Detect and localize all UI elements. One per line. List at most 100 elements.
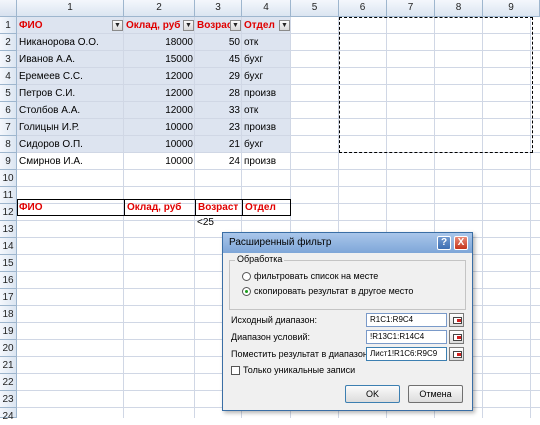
header-dept[interactable]: Отдел	[242, 17, 280, 34]
cell-dept[interactable]: произв	[242, 85, 291, 102]
cell-salary[interactable]: 12000	[124, 85, 195, 102]
row-header-11[interactable]: 11	[0, 187, 17, 204]
row-header-3[interactable]: 3	[0, 51, 17, 68]
radio-off-icon[interactable]	[242, 272, 251, 282]
cell-salary[interactable]: 12000	[124, 68, 195, 85]
source-range-collapse-icon[interactable]	[449, 313, 464, 327]
criteria-header-dept[interactable]: Отдел	[242, 199, 291, 216]
cell-salary[interactable]: 15000	[124, 51, 195, 68]
cell-salary[interactable]: 18000	[124, 34, 195, 51]
unique-records-checkbox[interactable]	[231, 366, 240, 376]
row-header-24[interactable]: 24	[0, 408, 17, 422]
row-header-14[interactable]: 14	[0, 238, 17, 255]
row-header-19[interactable]: 19	[0, 323, 17, 340]
cell-name[interactable]: Петров С.И.	[17, 85, 124, 102]
cell-salary[interactable]: 12000	[124, 102, 195, 119]
cell-dept[interactable]: произв	[242, 153, 291, 170]
destination-range-label: Поместить результат в диапазон:	[231, 349, 371, 359]
row-header-12[interactable]: 12	[0, 204, 17, 221]
cell-age[interactable]: 28	[195, 85, 242, 102]
dialog-title: Расширенный фильтр	[229, 237, 332, 248]
row-header-7[interactable]: 7	[0, 119, 17, 136]
filter-dropdown-icon[interactable]: ▼	[279, 20, 290, 31]
source-range-input[interactable]: R1C1:R9C4	[366, 313, 447, 327]
cell-dept[interactable]: бухг	[242, 136, 291, 153]
radio-copy-to-location[interactable]: скопировать результат в другое место	[242, 285, 413, 297]
criteria-range-label: Диапазон условий:	[231, 332, 311, 342]
cell-age[interactable]: 23	[195, 119, 242, 136]
cell-age[interactable]: 29	[195, 68, 242, 85]
cell-dept[interactable]: отк	[242, 102, 291, 119]
row-header-17[interactable]: 17	[0, 289, 17, 306]
filter-dropdown-icon[interactable]: ▼	[112, 20, 123, 31]
destination-range-marquee	[339, 17, 533, 153]
ok-button[interactable]: OK	[345, 385, 400, 403]
row-header-2[interactable]: 2	[0, 34, 17, 51]
cell-age[interactable]: 33	[195, 102, 242, 119]
cell-dept[interactable]: бухг	[242, 51, 291, 68]
column-header-3[interactable]: 3	[195, 0, 242, 17]
cell-name[interactable]: Смирнов И.А.	[17, 153, 124, 170]
cell-age[interactable]: 24	[195, 153, 242, 170]
cell-age[interactable]: 45	[195, 51, 242, 68]
radio-filter-in-place[interactable]: фильтровать список на месте	[242, 270, 378, 282]
criteria-range-collapse-icon[interactable]	[449, 330, 464, 344]
row-header-1[interactable]: 1	[0, 17, 17, 34]
criteria-range-input[interactable]: !R13C1:R14C4	[366, 330, 447, 344]
select-all-corner[interactable]	[0, 0, 17, 17]
cell-name[interactable]: Голицын И.Р.	[17, 119, 124, 136]
row-header-22[interactable]: 22	[0, 374, 17, 391]
unique-records-checkbox-row[interactable]: Только уникальные записи	[231, 365, 355, 376]
row-header-5[interactable]: 5	[0, 85, 17, 102]
processing-group-label: Обработка	[235, 254, 285, 264]
cell-salary[interactable]: 10000	[124, 119, 195, 136]
filter-dropdown-icon[interactable]: ▼	[183, 20, 194, 31]
cell-age[interactable]: 50	[195, 34, 242, 51]
column-header-4[interactable]: 4	[242, 0, 291, 17]
row-header-6[interactable]: 6	[0, 102, 17, 119]
column-header-5[interactable]: 5	[291, 0, 339, 17]
row-header-8[interactable]: 8	[0, 136, 17, 153]
cell-name[interactable]: Иванов А.А.	[17, 51, 124, 68]
criteria-header-salary[interactable]: Оклад, руб	[124, 199, 195, 216]
row-header-23[interactable]: 23	[0, 391, 17, 408]
header-age[interactable]: Возраст	[195, 17, 231, 34]
row-header-21[interactable]: 21	[0, 357, 17, 374]
row-header-18[interactable]: 18	[0, 306, 17, 323]
column-header-7[interactable]: 7	[387, 0, 435, 17]
cell-dept[interactable]: бухг	[242, 68, 291, 85]
column-header-1[interactable]: 1	[17, 0, 124, 17]
cell-name[interactable]: Столбов А.А.	[17, 102, 124, 119]
row-header-4[interactable]: 4	[0, 68, 17, 85]
destination-range-collapse-icon[interactable]	[449, 347, 464, 361]
row-header-16[interactable]: 16	[0, 272, 17, 289]
row-header-20[interactable]: 20	[0, 340, 17, 357]
cell-age[interactable]: 21	[195, 136, 242, 153]
cell-name[interactable]: Еремеев С.С.	[17, 68, 124, 85]
criteria-header-fio[interactable]: ФИО	[17, 199, 124, 216]
cell-name[interactable]: Сидоров О.П.	[17, 136, 124, 153]
criteria-age-condition[interactable]: <25	[195, 214, 242, 231]
column-header-9[interactable]: 9	[483, 0, 540, 17]
column-header-6[interactable]: 6	[339, 0, 387, 17]
header-fio[interactable]: ФИО	[17, 17, 112, 34]
cell-salary[interactable]: 10000	[124, 136, 195, 153]
destination-range-input[interactable]: Лист1!R1C6:R9C9	[366, 347, 447, 361]
close-icon[interactable]: X	[454, 236, 468, 250]
row-header-9[interactable]: 9	[0, 153, 17, 170]
cell-dept[interactable]: произв	[242, 119, 291, 136]
cell-salary[interactable]: 10000	[124, 153, 195, 170]
dialog-titlebar[interactable]: Расширенный фильтр	[223, 233, 472, 253]
row-header-15[interactable]: 15	[0, 255, 17, 272]
row-header-10[interactable]: 10	[0, 170, 17, 187]
filter-dropdown-icon[interactable]: ▼	[230, 20, 241, 31]
cancel-button[interactable]: Отмена	[408, 385, 463, 403]
help-icon[interactable]: ?	[437, 236, 451, 250]
radio-on-icon[interactable]	[242, 287, 251, 297]
cell-name[interactable]: Никанорова О.О.	[17, 34, 124, 51]
header-salary[interactable]: Оклад, руб	[124, 17, 184, 34]
row-header-13[interactable]: 13	[0, 221, 17, 238]
column-header-2[interactable]: 2	[124, 0, 195, 17]
column-header-8[interactable]: 8	[435, 0, 483, 17]
cell-dept[interactable]: отк	[242, 34, 291, 51]
